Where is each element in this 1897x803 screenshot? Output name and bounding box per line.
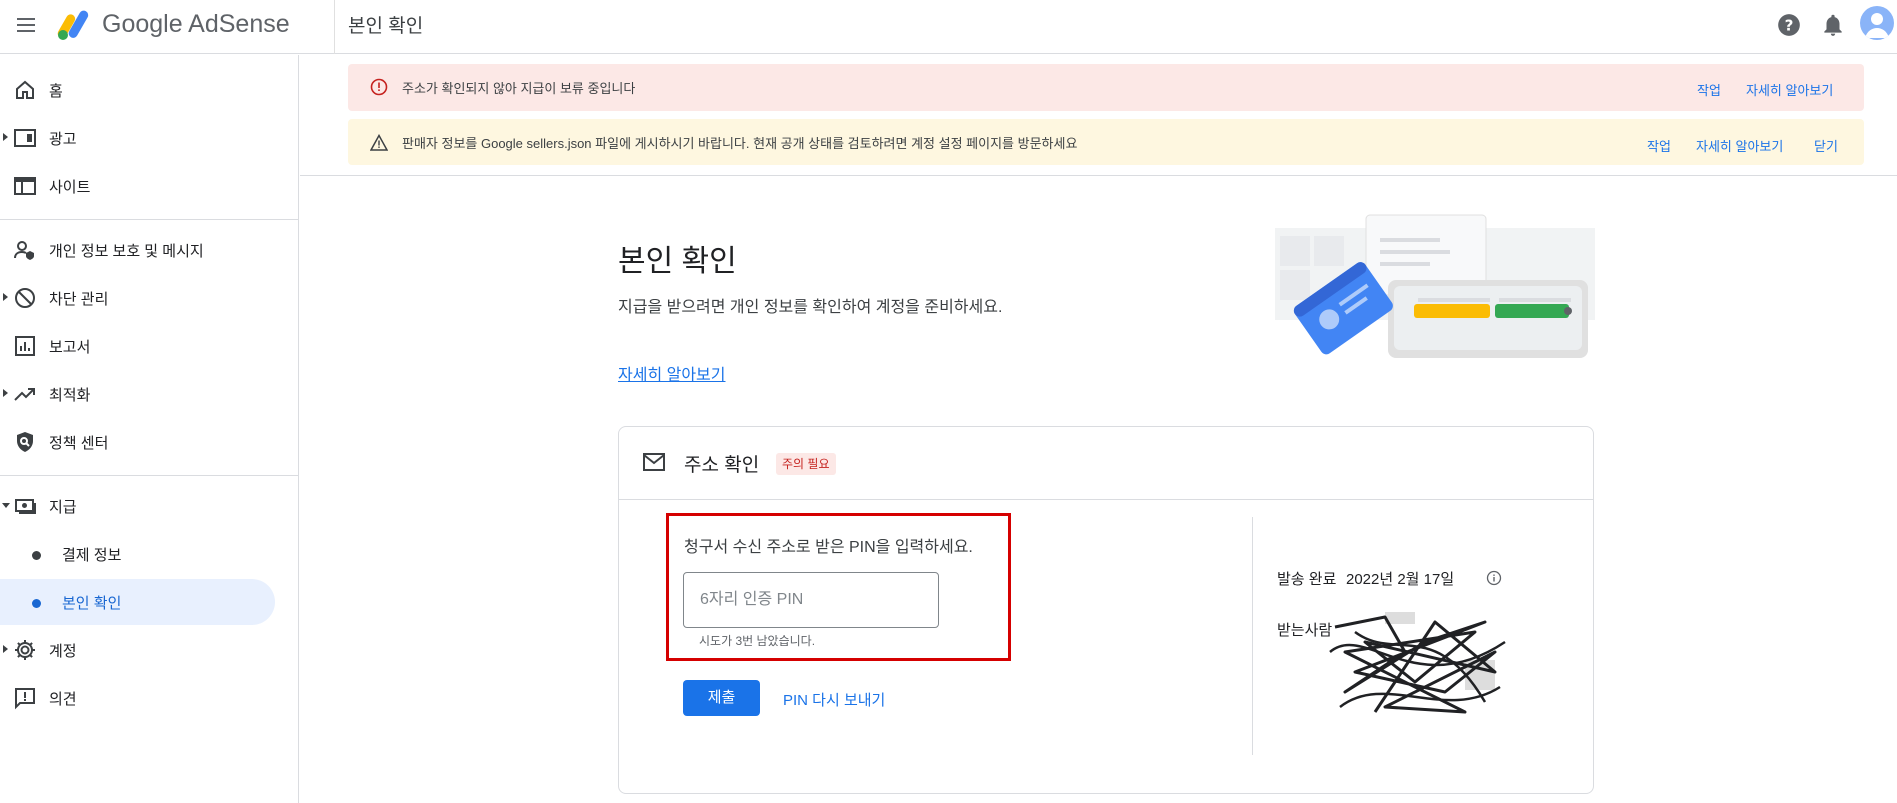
sidebar-item-blocking[interactable]: 차단 관리 [0, 275, 296, 321]
feedback-icon [15, 688, 35, 710]
sidebar-item-label: 본인 확인 [62, 595, 122, 612]
reports-icon [15, 336, 35, 356]
sidebar-item-label: 계정 [49, 643, 77, 660]
sidebar-item-billing-info[interactable]: 결제 정보 [0, 531, 296, 577]
banner-close-link[interactable]: 닫기 [1814, 136, 1838, 155]
sidebar-item-label: 홈 [49, 83, 63, 100]
identity-illustration [1275, 214, 1595, 358]
avatar[interactable] [1860, 6, 1894, 40]
expand-icon[interactable] [3, 133, 8, 141]
help-icon[interactable]: ? [1776, 12, 1802, 38]
optimization-icon [14, 388, 35, 401]
sidebar-item-label: 정책 센터 [49, 435, 109, 452]
sidebar-item-account[interactable]: 계정 [0, 627, 296, 673]
card-column-divider [1252, 517, 1253, 755]
learn-more-link[interactable]: 자세히 알아보기 [618, 361, 726, 385]
svg-text:?: ? [1785, 16, 1794, 34]
sidebar-item-home[interactable]: 홈 [0, 67, 296, 113]
sidebar-item-label: 광고 [49, 131, 77, 148]
header-divider [334, 0, 335, 54]
recipient-label: 받는사람 [1277, 622, 1333, 639]
sidebar-item-label: 결제 정보 [62, 547, 122, 564]
error-banner: 주소가 확인되지 않아 지급이 보류 중입니다 작업 자세히 알아보기 [348, 64, 1864, 111]
sidebar-item-privacy[interactable]: 개인 정보 보호 및 메시지 [0, 227, 296, 273]
status-badge: 주의 필요 [776, 453, 836, 475]
sidebar-item-reports[interactable]: 보고서 [0, 323, 296, 369]
sidebar-item-sites[interactable]: 사이트 [0, 163, 296, 209]
expand-icon[interactable] [3, 645, 8, 653]
sent-date: 2022년 2월 17일 [1346, 571, 1455, 588]
sidebar-item-optimization[interactable]: 최적화 [0, 371, 296, 417]
warning-icon [370, 134, 388, 151]
sidebar-item-label: 개인 정보 보호 및 메시지 [49, 243, 204, 260]
page-title: 본인 확인 [348, 16, 424, 37]
sidebar-item-label: 지급 [49, 499, 77, 516]
warning-banner: 판매자 정보를 Google sellers.json 파일에 게시하시기 바랍… [348, 119, 1864, 165]
sidebar-item-label: 최적화 [49, 387, 91, 404]
section-title: 본인 확인 [618, 245, 737, 278]
banner-action-link[interactable]: 작업 [1647, 136, 1671, 155]
content-divider [300, 175, 1897, 176]
sidebar-divider [0, 219, 299, 220]
banner-learn-more-link[interactable]: 자세히 알아보기 [1746, 80, 1833, 99]
attempts-remaining: 시도가 3번 남았습니다. [699, 634, 816, 648]
sidebar-item-label: 차단 관리 [49, 291, 109, 308]
sidebar-item-policy-center[interactable]: 정책 센터 [0, 419, 296, 465]
privacy-icon [14, 241, 34, 260]
brand-name: Google AdSense [102, 10, 290, 38]
sidebar-item-identity-verification[interactable]: 본인 확인 [0, 579, 275, 625]
pin-input[interactable] [683, 572, 939, 628]
payments-icon [15, 499, 36, 514]
expand-icon[interactable] [3, 293, 8, 301]
sent-label: 발송 완료 [1277, 571, 1337, 588]
redacted-address-scribble [1329, 612, 1506, 714]
banner-message: 판매자 정보를 Google sellers.json 파일에 게시하시기 바랍… [402, 136, 1078, 151]
sidebar-item-feedback[interactable]: 의견 [0, 675, 296, 721]
sidebar-item-ads[interactable]: 광고 [0, 115, 296, 161]
policy-icon [17, 432, 33, 452]
section-description: 지급을 받으려면 개인 정보를 확인하여 계정을 준비하세요. [618, 299, 1003, 316]
card-title: 주소 확인 [684, 455, 760, 476]
block-icon [15, 288, 35, 308]
sidebar-item-payments[interactable]: 지급 [0, 483, 296, 529]
sidebar-item-label: 의견 [49, 691, 77, 708]
collapse-icon[interactable] [2, 503, 10, 508]
pin-prompt: 청구서 수신 주소로 받은 PIN을 입력하세요. [684, 539, 973, 556]
banner-learn-more-link[interactable]: 자세히 알아보기 [1696, 136, 1783, 155]
sidebar-item-label: 보고서 [49, 339, 91, 356]
banner-action-link[interactable]: 작업 [1697, 80, 1721, 99]
notifications-icon[interactable] [1820, 12, 1846, 38]
mail-icon [643, 453, 665, 471]
sidebar-item-label: 사이트 [49, 179, 91, 196]
bullet-icon [32, 551, 41, 560]
gear-icon [15, 640, 35, 660]
menu-icon[interactable] [14, 14, 38, 38]
bullet-icon [32, 599, 41, 608]
resend-pin-link[interactable]: PIN 다시 보내기 [783, 689, 885, 710]
error-icon [370, 78, 388, 96]
sidebar-divider [0, 475, 299, 476]
expand-icon[interactable] [3, 389, 8, 397]
adsense-logo[interactable] [56, 7, 96, 43]
home-icon [16, 80, 34, 99]
info-icon[interactable] [1486, 570, 1502, 586]
top-app-bar: Google AdSense 본인 확인 ? [0, 0, 1897, 54]
card-header: 주소 확인 주의 필요 [619, 427, 1593, 500]
banner-message: 주소가 확인되지 않아 지급이 보류 중입니다 [402, 81, 636, 96]
submit-button[interactable]: 제출 [683, 680, 760, 716]
sites-icon [14, 177, 36, 195]
ads-icon [14, 129, 36, 147]
